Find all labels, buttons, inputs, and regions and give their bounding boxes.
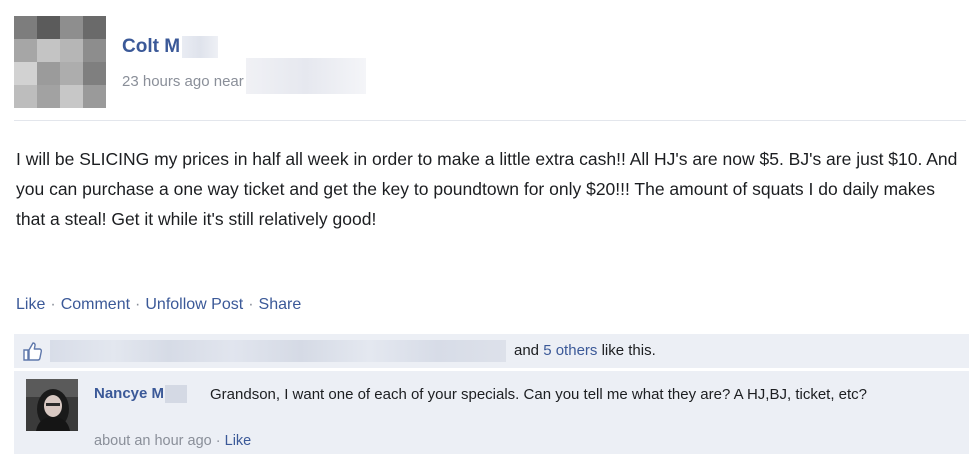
action-separator: · (50, 296, 56, 313)
post-meta: 23 hours ago near (122, 58, 366, 94)
unfollow-post-link[interactable]: Unfollow Post (145, 296, 243, 313)
post-body: I will be SLICING my prices in half all … (16, 149, 958, 229)
comment-like-link[interactable]: Like (225, 433, 252, 449)
comment-meta: about an hour ago · Like (94, 433, 251, 449)
likes-suffix: like this. (601, 342, 656, 359)
thumbs-up-icon (22, 340, 44, 362)
likes-text: and 5 others like this. (514, 342, 656, 359)
action-separator: · (135, 296, 141, 313)
redacted-surname (182, 36, 219, 58)
commenter-avatar[interactable] (26, 379, 78, 431)
share-link[interactable]: Share (259, 296, 302, 313)
author-name[interactable]: Colt M (122, 36, 219, 58)
action-separator: · (248, 296, 254, 313)
comment-item: Nancye M Grandson, I want one of each of… (14, 370, 969, 454)
like-link[interactable]: Like (16, 296, 45, 313)
meta-separator: · (215, 433, 221, 449)
comment-link[interactable]: Comment (61, 296, 130, 313)
redacted-likers (50, 340, 506, 362)
likes-prefix: and (514, 342, 540, 359)
comment-text: Grandson, I want one of each of your spe… (210, 386, 868, 403)
likes-summary: and 5 others like this. (14, 334, 969, 368)
post-actions: Like · Comment · Unfollow Post · Share (16, 296, 301, 314)
others-link[interactable]: 5 others (543, 342, 597, 359)
post-header: Colt M 23 hours ago near (14, 16, 964, 112)
header-divider (14, 120, 966, 121)
redacted-location (245, 58, 366, 94)
author-avatar[interactable] (14, 16, 106, 108)
facebook-post: Colt M 23 hours ago near I will be SLICI… (0, 0, 980, 462)
comment-time[interactable]: about an hour ago (94, 433, 212, 449)
post-timestamp[interactable]: 23 hours ago near (122, 73, 244, 90)
author-name-text[interactable]: Colt M (122, 36, 180, 57)
